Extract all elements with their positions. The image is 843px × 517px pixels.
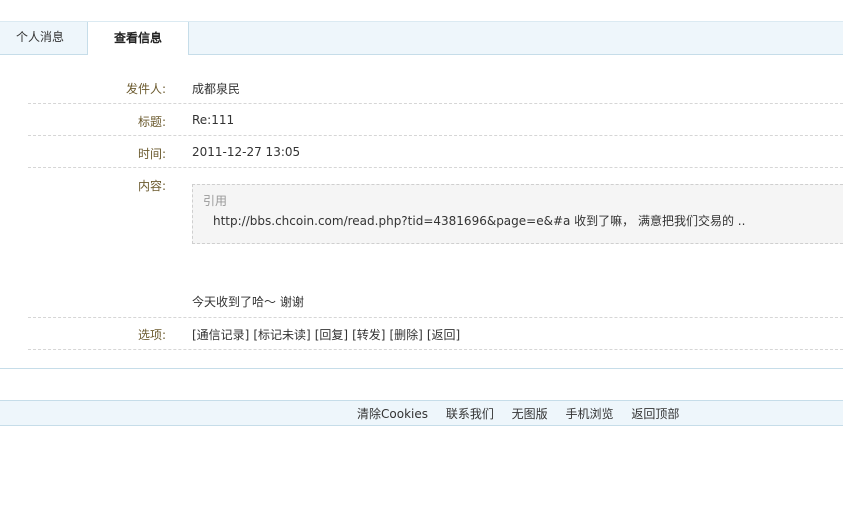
title-label: 标题: bbox=[137, 115, 166, 129]
options-link-forward[interactable]: [转发] bbox=[352, 328, 385, 342]
sender-value: 成都泉民 bbox=[192, 82, 241, 96]
sender-label: 发件人: bbox=[125, 82, 166, 96]
options-link-back[interactable]: [返回] bbox=[427, 328, 460, 342]
quote-title: 引用 bbox=[203, 194, 228, 208]
reply-text: 今天收到了哈～ 谢谢 bbox=[192, 295, 304, 309]
title-row: 标题: Re:111 bbox=[28, 103, 843, 136]
sender-row: 发件人: 成都泉民 bbox=[28, 70, 843, 104]
page: 个人消息 查看信息 发件人: 成都泉民 标题: Re:111 时间: 2011-… bbox=[0, 0, 843, 517]
footer-link-mobile[interactable]: 手机浏览 bbox=[566, 407, 614, 421]
options-link-delete[interactable]: [删除] bbox=[390, 328, 423, 342]
tab-view-message[interactable]: 查看信息 bbox=[87, 22, 189, 55]
content-row: 内容: 引用 http://bbs.chcoin.com/read.php?ti… bbox=[28, 167, 843, 318]
tab-bar: 个人消息 查看信息 bbox=[0, 21, 843, 55]
options-link-history[interactable]: [通信记录] bbox=[192, 328, 249, 342]
footer-links: 清除Cookies 联系我们 无图版 手机浏览 返回顶部 bbox=[357, 405, 693, 422]
footer-link-back-to-top[interactable]: 返回顶部 bbox=[631, 407, 679, 421]
time-label: 时间: bbox=[137, 147, 166, 161]
time-row: 时间: 2011-12-27 13:05 bbox=[28, 135, 843, 168]
options-link-reply[interactable]: [回复] bbox=[315, 328, 348, 342]
title-value: Re:111 bbox=[192, 113, 235, 127]
content-label: 内容: bbox=[137, 179, 166, 193]
footer-link-clear-cookies[interactable]: 清除Cookies bbox=[357, 407, 428, 421]
tab-personal-messages[interactable]: 个人消息 bbox=[0, 22, 80, 54]
footer-link-text-version[interactable]: 无图版 bbox=[512, 407, 548, 421]
quote-block: 引用 http://bbs.chcoin.com/read.php?tid=43… bbox=[192, 184, 843, 244]
quote-text: http://bbs.chcoin.com/read.php?tid=43816… bbox=[213, 214, 746, 228]
options-label: 选项: bbox=[137, 328, 166, 342]
footer-link-contact[interactable]: 联系我们 bbox=[446, 407, 494, 421]
options-row: 选项: [通信记录] [标记未读] [回复] [转发] [删除] [返回] bbox=[28, 317, 843, 350]
content-divider bbox=[0, 368, 843, 369]
time-value: 2011-12-27 13:05 bbox=[192, 145, 301, 159]
options-link-mark-unread[interactable]: [标记未读] bbox=[253, 328, 310, 342]
footer: 清除Cookies 联系我们 无图版 手机浏览 返回顶部 bbox=[0, 400, 843, 426]
options-links: [通信记录] [标记未读] [回复] [转发] [删除] [返回] bbox=[192, 326, 464, 343]
